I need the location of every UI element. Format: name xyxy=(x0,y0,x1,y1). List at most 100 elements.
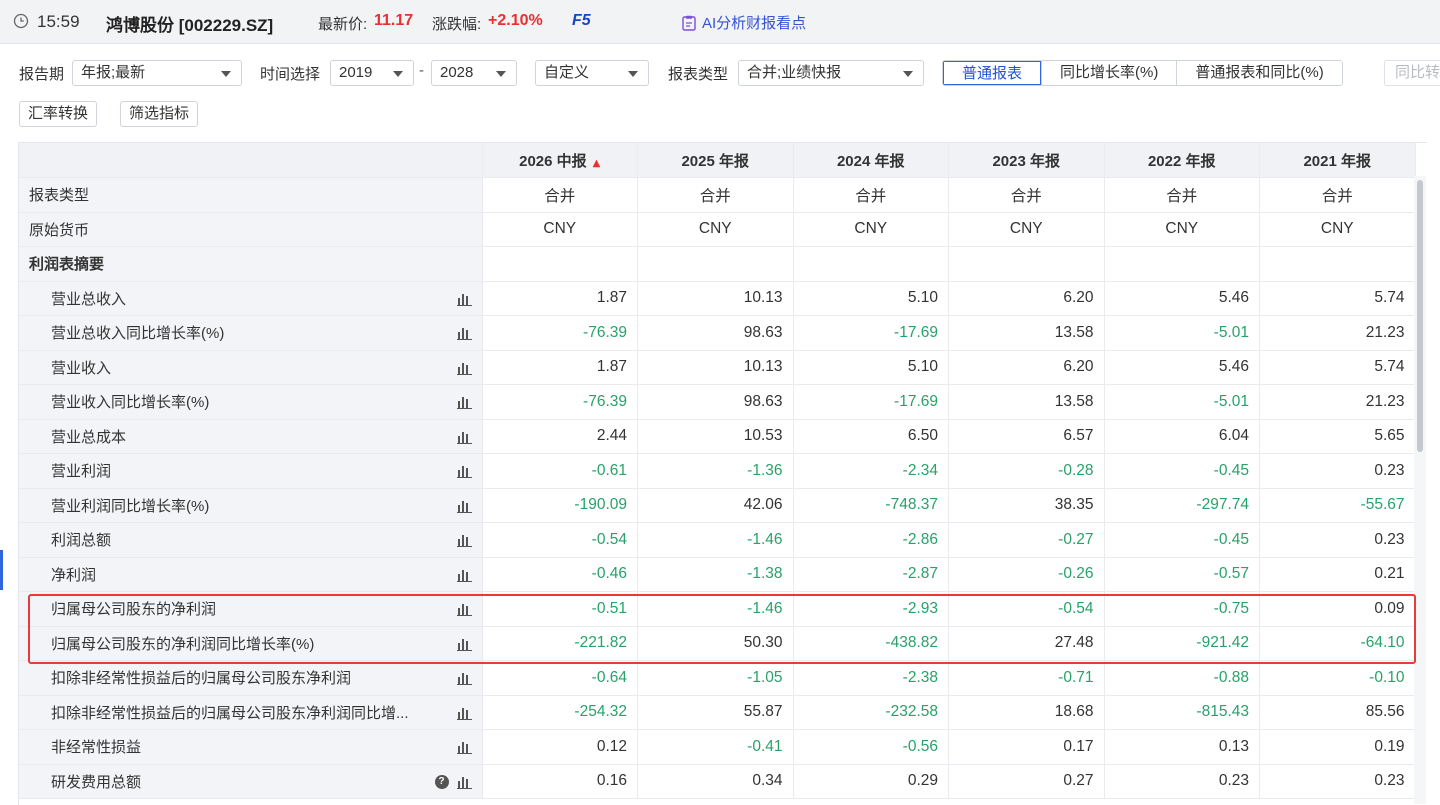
table-cell: -17.69 xyxy=(793,315,949,351)
chevron-down-icon xyxy=(628,71,638,77)
table-cell: -0.54 xyxy=(482,522,638,558)
table-cell: -0.56 xyxy=(793,729,949,765)
table-row[interactable]: 营业利润 -0.61 -1.36 -2.34 -0.28 -0.45 0.23 xyxy=(19,453,1416,489)
view-option-normal[interactable]: 普通报表 xyxy=(943,61,1042,85)
bar-chart-icon[interactable] xyxy=(456,499,472,513)
bar-chart-icon[interactable] xyxy=(456,430,472,444)
table-cell: 0.23 xyxy=(1259,453,1416,489)
column-header[interactable]: 2024 年报 xyxy=(793,143,949,178)
table-cell: 98.63 xyxy=(637,384,794,420)
table-cell: -0.61 xyxy=(482,453,638,489)
row-label-cell: 营业收入 xyxy=(19,350,483,385)
table-cell: -2.87 xyxy=(793,557,949,592)
row-label: 营业总收入 xyxy=(51,290,127,308)
bar-chart-icon[interactable] xyxy=(456,602,472,616)
fx-convert-button[interactable]: 汇率转换 xyxy=(19,101,98,127)
table-cell: -0.26 xyxy=(948,557,1105,592)
row-label-cell: 研发费用总额? xyxy=(19,764,483,799)
bar-chart-icon[interactable] xyxy=(456,395,472,409)
table-cell: 1.87 xyxy=(482,350,638,385)
table-row[interactable]: 非经常性损益 0.12 -0.41 -0.56 0.17 0.13 0.19 xyxy=(19,729,1416,765)
table-cell: 5.65 xyxy=(1259,419,1416,454)
table-cell: -1.46 xyxy=(637,591,794,627)
bar-chart-icon[interactable] xyxy=(456,671,472,685)
period-value: 年报;最新 xyxy=(81,64,146,81)
row-label-cell: 利润表摘要 xyxy=(19,246,483,282)
table-cell xyxy=(637,246,794,282)
table-row[interactable]: 扣除非经常性损益后的归属母公司股东净利润同比增... -254.32 55.87 -2… xyxy=(19,695,1416,730)
table-cell: -2.86 xyxy=(793,522,949,558)
scrollbar-thumb[interactable] xyxy=(1417,180,1423,452)
f5-hotkey[interactable]: F5 xyxy=(572,12,591,30)
table-row[interactable]: 营业总成本 2.44 10.53 6.50 6.57 6.04 5.65 xyxy=(19,419,1416,454)
table-row[interactable]: 研发费用总额? 0.16 0.34 0.29 0.27 0.23 0.23 xyxy=(19,764,1416,799)
column-header[interactable]: 2022 年报 xyxy=(1104,143,1260,178)
table-row[interactable]: 归属母公司股东的净利润 -0.51 -1.46 -2.93 -0.54 -0.75 0.09 xyxy=(19,591,1416,627)
bar-chart-icon[interactable] xyxy=(456,361,472,375)
bar-chart-icon[interactable] xyxy=(456,464,472,478)
filter-metrics-button[interactable]: 筛选指标 xyxy=(120,101,199,127)
table-cell: CNY xyxy=(793,212,949,247)
bar-chart-icon[interactable] xyxy=(456,706,472,720)
column-header[interactable]: 2021 年报 xyxy=(1259,143,1416,178)
table-cell: 0.13 xyxy=(1104,729,1260,765)
table-row[interactable]: 营业总收入同比增长率(%) -76.39 98.63 -17.69 13.58 -5.01… xyxy=(19,315,1416,351)
row-label: 营业利润 xyxy=(51,463,112,481)
view-option-yoy[interactable]: 同比增长率(%) xyxy=(1041,61,1177,85)
report-type-select[interactable]: 合并;业绩快报 xyxy=(738,60,924,86)
report-type-value: 合并;业绩快报 xyxy=(747,64,842,81)
row-label-cell: 净利润 xyxy=(19,557,483,592)
table-row[interactable]: 营业总收入 1.87 10.13 5.10 6.20 5.46 5.74 xyxy=(19,281,1416,316)
table-row[interactable]: 利润表摘要 xyxy=(19,246,1416,282)
table-cell: 1.87 xyxy=(482,281,638,316)
column-header-label: 2021 年报 xyxy=(1303,152,1372,170)
period-select[interactable]: 年报;最新 xyxy=(72,60,242,86)
table-cell: -0.28 xyxy=(948,453,1105,489)
table-cell: -0.75 xyxy=(1104,591,1260,627)
table-row[interactable]: 报表类型 合并 合并 合并 合并 合并 合并 xyxy=(19,177,1416,213)
table-row[interactable]: 营业收入同比增长率(%) -76.39 98.63 -17.69 13.58 -5.01 2… xyxy=(19,384,1416,420)
bar-chart-icon[interactable] xyxy=(456,740,472,754)
column-header[interactable]: 2025 年报 xyxy=(637,143,794,178)
bar-chart-icon[interactable] xyxy=(456,775,472,789)
table-cell: 50.30 xyxy=(637,626,794,661)
bar-chart-icon[interactable] xyxy=(456,292,472,306)
bar-chart-icon[interactable] xyxy=(456,568,472,582)
table-cell: 13.58 xyxy=(948,315,1105,351)
ai-analysis-link[interactable]: AI分析财报看点 xyxy=(682,12,806,33)
table-row[interactable]: 归属母公司股东的净利润同比增长率(%) -221.82 50.30 -438.82 27… xyxy=(19,626,1416,661)
table-row[interactable]: 原始货币 CNY CNY CNY CNY CNY CNY xyxy=(19,212,1416,247)
table-cell: 合并 xyxy=(1259,177,1416,213)
row-label-cell: 营业收入同比增长率(%) xyxy=(19,384,483,420)
column-header[interactable]: 2023 年报 xyxy=(948,143,1105,178)
table-row[interactable]: 扣除非经常性损益后的归属母公司股东净利润 -0.64 -1.05 -2.38 -0.71… xyxy=(19,660,1416,696)
table-cell: -438.82 xyxy=(793,626,949,661)
table-cell: -748.37 xyxy=(793,488,949,523)
table-cell xyxy=(948,246,1105,282)
table-cell: -5.01 xyxy=(1104,315,1260,351)
table-cell: 27.48 xyxy=(948,626,1105,661)
bar-chart-icon[interactable] xyxy=(456,533,472,547)
table-row[interactable]: 营业利润同比增长率(%) -190.09 42.06 -748.37 38.35 -297… xyxy=(19,488,1416,523)
bell-icon[interactable]: ▲ xyxy=(593,158,601,169)
row-label-cell: 营业总成本 xyxy=(19,419,483,454)
row-label-cell: 营业总收入同比增长率(%) xyxy=(19,315,483,351)
table-cell: 0.23 xyxy=(1259,522,1416,558)
time-from-select[interactable]: 2019 xyxy=(330,60,414,86)
help-icon[interactable]: ? xyxy=(434,774,449,789)
column-header[interactable]: 2026 中报 ▲ xyxy=(482,143,638,178)
row-label: 原始货币 xyxy=(29,221,90,239)
bar-chart-icon[interactable] xyxy=(456,326,472,340)
custom-select[interactable]: 自定义 xyxy=(535,60,649,86)
bar-chart-icon[interactable] xyxy=(456,637,472,651)
column-header-label: 2022 年报 xyxy=(1147,152,1216,170)
table-row[interactable]: 净利润 -0.46 -1.38 -2.87 -0.26 -0.57 0.21 xyxy=(19,557,1416,592)
custom-value: 自定义 xyxy=(544,64,590,81)
view-option-both[interactable]: 普通报表和同比(%) xyxy=(1176,61,1342,85)
table-cell: 5.10 xyxy=(793,350,949,385)
table-cell: 6.20 xyxy=(948,350,1105,385)
table-row[interactable]: 营业收入 1.87 10.13 5.10 6.20 5.46 5.74 xyxy=(19,350,1416,385)
table-row[interactable]: 利润总额 -0.54 -1.46 -2.86 -0.27 -0.45 0.23 xyxy=(19,522,1416,558)
time-to-select[interactable]: 2028 xyxy=(431,60,517,86)
table-cell: -1.46 xyxy=(637,522,794,558)
